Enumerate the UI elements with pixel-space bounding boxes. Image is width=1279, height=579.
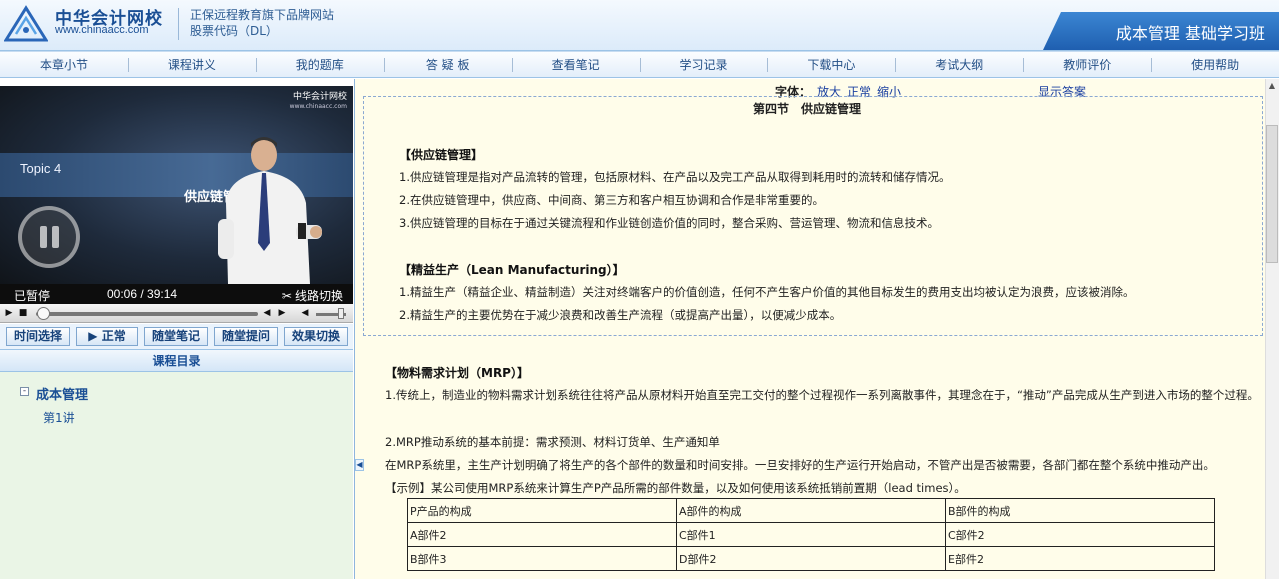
mrp-example: 【示例】某公司使用MRP系统来计算生产P产品所需的部件数量，以及如何使用该系统抵… [385, 481, 966, 495]
main-nav: 本章小节 课程讲义 我的题库 答 疑 板 查看笔记 学习记录 下载中心 考试大纲… [0, 51, 1279, 78]
route-switch-label: 线路切换 [294, 289, 343, 303]
seek-handle[interactable] [36, 307, 50, 320]
time-select-button[interactable]: 时间选择 [6, 327, 70, 346]
table-cell: A部件2 [407, 522, 677, 547]
player-controls: ▶ ■ ◀ ▶ ◀ [0, 304, 353, 323]
brand-tagline: 正保远程教育旗下品牌网站 [190, 8, 335, 22]
playback-time: 00:06 / 39:14 [107, 287, 178, 301]
nav-course-notes[interactable]: 课程讲义 [127, 52, 256, 77]
video-topic: Topic 4 [20, 161, 62, 176]
video-watermark: 中华会计网校 www.chinaacc.com [290, 92, 347, 112]
catalog-root[interactable]: 成本管理 [36, 384, 88, 403]
content-scrollbar[interactable]: ▲ [1265, 79, 1279, 579]
nav-chapter-summary[interactable]: 本章小节 [0, 52, 128, 77]
nav-teacher-review[interactable]: 教师评价 [1023, 52, 1151, 77]
mrp-heading: 【物料需求计划（MRP）】 [385, 366, 529, 380]
mrp-paragraph: 在MRP系统里，主生产计划明确了将生产的各个部件的数量和时间安排。一旦安排好的生… [385, 458, 1215, 472]
forward-icon[interactable]: ▶ [277, 308, 287, 318]
table-cell: E部件2 [945, 546, 1215, 571]
nav-qa-board[interactable]: 答 疑 板 [383, 52, 512, 77]
table-cell: C部件2 [945, 522, 1215, 547]
lean-heading: 【精益生产（Lean Manufacturing）】 [399, 263, 625, 277]
volume-handle[interactable] [338, 308, 344, 319]
scroll-up-icon[interactable]: ▲ [1265, 79, 1279, 93]
nav-help[interactable]: 使用帮助 [1151, 52, 1279, 77]
mrp-table: P产品的构成 A部件的构成 B部件的构成 A部件2 C部件1 C部件2 B部件3… [407, 498, 1215, 571]
rewind-icon[interactable]: ◀ [262, 308, 272, 318]
section-title: 第四节 供应链管理 [753, 102, 862, 116]
scm-item: 1.供应链管理是指对产品流转的管理，包括原材料、在产品以及完工产品从取得到耗用时… [399, 170, 951, 184]
stock-code: 股票代码（DL） [190, 24, 278, 38]
playback-status: 已暂停 [14, 289, 51, 303]
scm-item: 3.供应链管理的目标在于通过关键流程和作业链创造价值的同时，整合采购、营运管理、… [399, 216, 939, 230]
speed-normal-button[interactable]: ▶ 正常 [76, 327, 138, 346]
catalog-lecture-1[interactable]: 第1讲 [43, 409, 75, 426]
app-window: 中华会计网校 www.chinaacc.com 正保远程教育旗下品牌网站 股票代… [0, 0, 1279, 579]
collapse-left-icon[interactable]: ◀ [355, 459, 364, 471]
table-cell: P产品的构成 [407, 498, 677, 523]
lean-item: 1.精益生产（精益企业、精益制造）关注对终端客户的价值创造，任何不产生客户价值的… [399, 285, 1135, 299]
video-logo-url: www.chinaacc.com [289, 103, 347, 110]
nav-view-notes[interactable]: 查看笔记 [511, 52, 640, 77]
nav-exam-outline[interactable]: 考试大纲 [895, 52, 1023, 77]
nav-question-bank[interactable]: 我的题库 [255, 52, 384, 77]
scm-heading: 【供应链管理】 [399, 148, 484, 162]
course-catalog: - 成本管理 第1讲 [0, 372, 353, 579]
time-total: 39:14 [147, 287, 178, 301]
nav-download-center[interactable]: 下载中心 [767, 52, 895, 77]
play-icon[interactable]: ▶ [4, 308, 14, 318]
time-current: 00:06 [107, 287, 138, 301]
tool-buttons: 时间选择 ▶ 正常 随堂笔记 随堂提问 效果切换 [0, 324, 353, 349]
table-cell: A部件的构成 [676, 498, 946, 523]
table-cell: C部件1 [676, 522, 946, 547]
logo-icon [4, 5, 48, 42]
volume-icon[interactable]: ◀ [300, 308, 310, 318]
catalog-title: 课程目录 [0, 349, 353, 372]
video-player[interactable]: 中华会计网校 www.chinaacc.com Topic 4 供应链管 [0, 86, 353, 284]
header-divider [178, 8, 179, 40]
pause-icon[interactable] [18, 206, 80, 268]
logo-url: www.chinaacc.com [55, 24, 149, 36]
stop-icon[interactable]: ■ [18, 308, 28, 318]
lecture-content: ◀ 字体： 放大 正常 缩小 显示答案 第四节 供应链管理 【供应链管理】 1.… [355, 79, 1279, 579]
table-row: B部件3 D部件2 E部件2 [407, 546, 1215, 571]
table-cell: B部件3 [407, 546, 677, 571]
mrp-paragraph: 1.传统上，制造业的物料需求计划系统往往将产品从原材料开始直至完工交付的整个过程… [385, 388, 1259, 402]
seek-bar[interactable] [36, 312, 258, 316]
class-title: 成本管理 基础学习班 [1115, 24, 1265, 43]
mrp-premise: 2.MRP推动系统的基本前提：需求预测、材料订货单、生产通知单 [385, 435, 720, 449]
nav-study-record[interactable]: 学习记录 [639, 52, 768, 77]
lean-item: 2.精益生产的主要优势在于减少浪费和改善生产流程（或提高产出量），以便减少成本。 [399, 308, 842, 322]
scroll-thumb[interactable] [1266, 125, 1278, 263]
route-switch-button[interactable]: ✂ 线路切换 [282, 287, 343, 304]
left-panel: 中华会计网校 www.chinaacc.com Topic 4 供应链管 已暂停… [0, 79, 355, 579]
table-cell: B部件的构成 [945, 498, 1215, 523]
presenter-figure [218, 137, 322, 284]
table-row: A部件2 C部件1 C部件2 [407, 522, 1215, 547]
effect-switch-button[interactable]: 效果切换 [284, 327, 348, 346]
tools-icon: ✂ [281, 289, 292, 303]
video-status-bar: 已暂停 00:06 / 39:14 ✂ 线路切换 [0, 284, 353, 304]
table-row: P产品的构成 A部件的构成 B部件的构成 [407, 498, 1215, 523]
tree-collapse-icon[interactable]: - [20, 387, 29, 396]
scm-item: 2.在供应链管理中，供应商、中间商、第三方和客户相互协调和合作是非常重要的。 [399, 193, 824, 207]
class-notes-button[interactable]: 随堂笔记 [144, 327, 208, 346]
table-cell: D部件2 [676, 546, 946, 571]
class-question-button[interactable]: 随堂提问 [214, 327, 278, 346]
video-logo-text: 中华会计网校 [292, 92, 347, 102]
site-header: 中华会计网校 www.chinaacc.com 正保远程教育旗下品牌网站 股票代… [0, 0, 1279, 51]
